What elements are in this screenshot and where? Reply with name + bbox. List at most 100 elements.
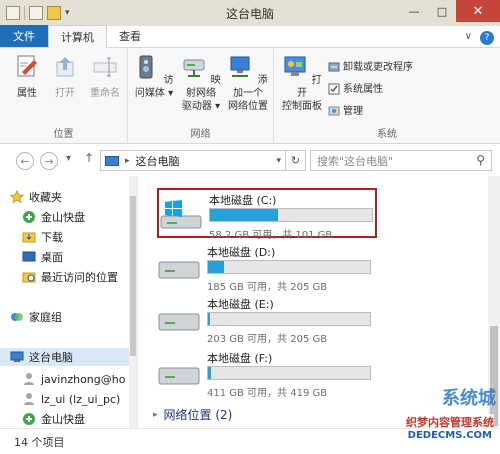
nav-homegroup-label: 家庭组 (29, 311, 62, 324)
add-location-label-2: 网络位置 (228, 101, 268, 112)
network-locations-group[interactable]: ▸ 网络位置 (2) (153, 406, 232, 423)
control-panel-button[interactable]: 打开 控制面板 (278, 54, 326, 113)
system-properties-button[interactable]: 系统属性 (328, 80, 383, 95)
control-panel-icon (284, 56, 306, 76)
close-button[interactable]: ✕ (456, 0, 500, 22)
homegroup-icon (11, 313, 23, 321)
nav-homegroup[interactable]: 家庭组 (10, 308, 62, 326)
back-button[interactable]: ← (16, 152, 34, 170)
jinshan-icon (23, 413, 35, 425)
properties-icon (17, 55, 37, 77)
search-box[interactable]: 搜索"这台电脑" ⚲ (310, 150, 492, 171)
manage-button[interactable]: 管理 (328, 102, 363, 117)
hard-drive-icon (158, 261, 200, 279)
drive-f-name: 本地磁盘 (F:) (207, 352, 273, 365)
new-folder-quick-icon[interactable] (47, 6, 61, 20)
drive-c[interactable]: 本地磁盘 (C:) 58.2 GB 可用，共 101 GB (157, 188, 377, 241)
access-media-button[interactable]: 访问媒体 ▾ (132, 54, 176, 100)
hard-drive-icon (158, 367, 200, 385)
open-button[interactable]: 打开 (48, 54, 82, 100)
jinshan-icon (23, 211, 35, 223)
system-group: 打开 控制面板 卸载或更改程序 系统属性 管理 系统 (274, 48, 500, 144)
system-properties-label: 系统属性 (343, 84, 383, 95)
open-icon (56, 57, 74, 77)
drive-e[interactable]: 本地磁盘 (E:) 203 GB 可用，共 205 GB (157, 294, 377, 345)
map-drive-button[interactable]: 映射网络 驱动器 ▾ (178, 54, 224, 113)
nav-scrollbar[interactable] (129, 176, 137, 428)
tab-view[interactable]: 查看 (107, 25, 153, 47)
drive-c-usage-bar (209, 208, 373, 222)
drive-d-usage-fill (208, 261, 225, 273)
system-group-label: 系统 (377, 129, 397, 140)
nav-jinshan-2[interactable]: 金山快盘 (22, 410, 85, 428)
app-icon (6, 6, 20, 20)
drive-d-usage-bar (207, 260, 371, 274)
address-bar[interactable]: ▸ 这台电脑 ▾ ↻ (100, 150, 306, 171)
drive-f-usage-fill (208, 367, 212, 379)
drive-e-usage-fill (208, 313, 210, 325)
drive-c-usage-fill (210, 209, 279, 221)
chevron-right-icon[interactable]: ▸ (153, 410, 158, 420)
customize-dropdown-icon[interactable]: ▾ (65, 8, 70, 18)
search-placeholder: 搜索"这台电脑" (317, 154, 394, 168)
search-icon[interactable]: ⚲ (476, 153, 485, 167)
tab-file[interactable]: 文件 (0, 25, 48, 47)
breadcrumb-chevron-icon[interactable]: ▸ (125, 156, 130, 166)
uninstall-icon (328, 62, 340, 72)
user-icon (24, 393, 34, 405)
manage-icon (328, 106, 340, 116)
nav-recent-label: 最近访问的位置 (41, 271, 118, 284)
download-folder-icon (22, 232, 36, 243)
network-locations-label: 网络位置 (2) (163, 408, 233, 422)
drive-f[interactable]: 本地磁盘 (F:) 411 GB 可用，共 419 GB (157, 348, 377, 399)
drive-e-usage-bar (207, 312, 371, 326)
recent-locations-dropdown-icon[interactable]: ▾ (66, 153, 71, 164)
location-group: 属性 打开 重命名 位置 (0, 48, 128, 144)
forward-button[interactable]: → (40, 152, 58, 170)
drive-d-info: 185 GB 可用，共 205 GB (207, 282, 328, 293)
nav-this-pc[interactable]: 这台电脑 (0, 348, 130, 366)
drive-d-name: 本地磁盘 (D:) (207, 246, 276, 259)
nav-desktop[interactable]: 桌面 (22, 248, 63, 266)
nav-downloads[interactable]: 下载 (22, 228, 63, 246)
drive-d[interactable]: 本地磁盘 (D:) 185 GB 可用，共 205 GB (157, 242, 377, 293)
watermark: 系统城 织梦内容管理系统 DEDECMS.COM (350, 378, 500, 454)
nav-downloads-label: 下载 (41, 231, 63, 244)
location-group-label: 位置 (53, 129, 74, 140)
nav-favorites[interactable]: 收藏夹 (10, 188, 62, 206)
uninstall-button[interactable]: 卸载或更改程序 (328, 58, 413, 73)
properties-button[interactable]: 属性 (10, 54, 44, 100)
up-button[interactable]: ↑ (84, 151, 94, 165)
watermark-logo: 系统城 (442, 388, 496, 409)
rename-button[interactable]: 重命名 (86, 54, 124, 100)
drive-f-info: 411 GB 可用，共 419 GB (207, 388, 328, 399)
nav-scrollbar-thumb[interactable] (130, 196, 136, 356)
add-network-location-button[interactable]: 添加一个 网络位置 (224, 54, 272, 113)
properties-quick-icon[interactable] (29, 6, 43, 20)
recent-places-icon (22, 272, 36, 283)
rename-label: 重命名 (90, 88, 120, 99)
media-server-icon (139, 55, 153, 79)
nav-lzui[interactable]: lz_ui (lz_ui_pc) (22, 390, 120, 408)
nav-javin-label: javinzhong@ho (41, 372, 126, 386)
drive-c-info: 58.2 GB 可用，共 101 GB (209, 230, 333, 241)
nav-jinshan[interactable]: 金山快盘 (22, 208, 85, 226)
nav-recent[interactable]: 最近访问的位置 (22, 268, 118, 286)
properties-label: 属性 (17, 88, 37, 99)
nav-javin[interactable]: javinzhong@ho (22, 370, 125, 388)
windows-drive-icon (160, 200, 202, 229)
address-location[interactable]: 这台电脑 (136, 153, 180, 169)
quick-access-toolbar: ▾ (0, 6, 70, 20)
nav-this-pc-label: 这台电脑 (29, 351, 73, 364)
manage-label: 管理 (343, 106, 363, 117)
help-icon[interactable]: ? (480, 31, 494, 45)
hard-drive-icon (158, 313, 200, 331)
nav-desktop-label: 桌面 (41, 251, 63, 264)
address-dropdown-icon[interactable]: ▾ (276, 156, 281, 166)
minimize-button[interactable]: — (400, 0, 428, 22)
expand-ribbon-icon[interactable]: ∨ (465, 31, 472, 45)
refresh-button[interactable]: ↻ (285, 151, 305, 170)
maximize-button[interactable]: □ (428, 0, 456, 22)
tab-computer[interactable]: 计算机 (48, 25, 107, 48)
control-panel-label-2: 控制面板 (282, 101, 322, 112)
